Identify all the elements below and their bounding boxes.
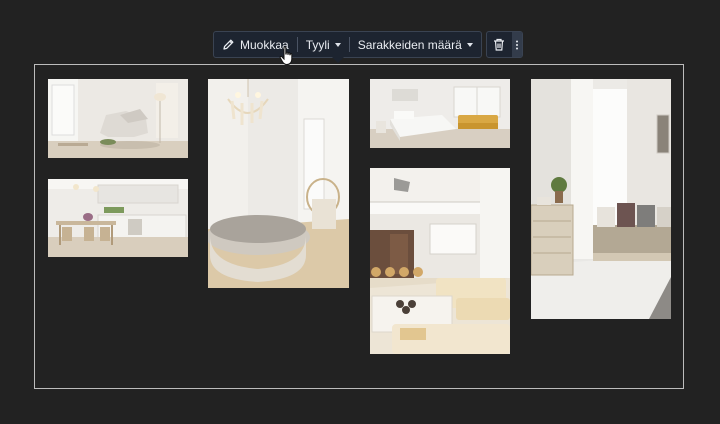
gallery-image-round-sofa-chandelier-room[interactable] xyxy=(208,79,349,288)
gallery-image-hallway-dresser-sofa[interactable] xyxy=(531,79,671,319)
more-vertical-icon xyxy=(515,39,519,51)
pencil-icon xyxy=(222,38,235,51)
toolbar-main-group: Muokkaa Tyyli Sarakkeiden määrä xyxy=(213,31,482,63)
image-gallery-toolbar: Muokkaa Tyyli Sarakkeiden määrä xyxy=(213,31,523,63)
delete-button[interactable] xyxy=(487,32,512,57)
pointer-hand-cursor-icon xyxy=(279,46,295,71)
columns-count-dropdown[interactable]: Sarakkeiden määrä xyxy=(350,32,481,57)
gallery-image-bedroom-yellow-sofa[interactable] xyxy=(370,79,510,148)
more-options-button[interactable] xyxy=(511,32,522,57)
chevron-down-icon xyxy=(334,43,341,47)
columns-count-label: Sarakkeiden määrä xyxy=(357,37,462,52)
style-dropdown[interactable]: Tyyli xyxy=(298,32,349,57)
gallery-image-living-room-armchair[interactable] xyxy=(48,79,188,158)
style-dropdown-label: Tyyli xyxy=(305,37,330,52)
gallery-image-loft-living-room[interactable] xyxy=(370,168,510,354)
gallery-image-bright-kitchen-dining[interactable] xyxy=(48,179,188,257)
delete-group xyxy=(485,31,523,58)
chevron-down-icon xyxy=(466,43,473,47)
trash-icon xyxy=(493,38,505,51)
